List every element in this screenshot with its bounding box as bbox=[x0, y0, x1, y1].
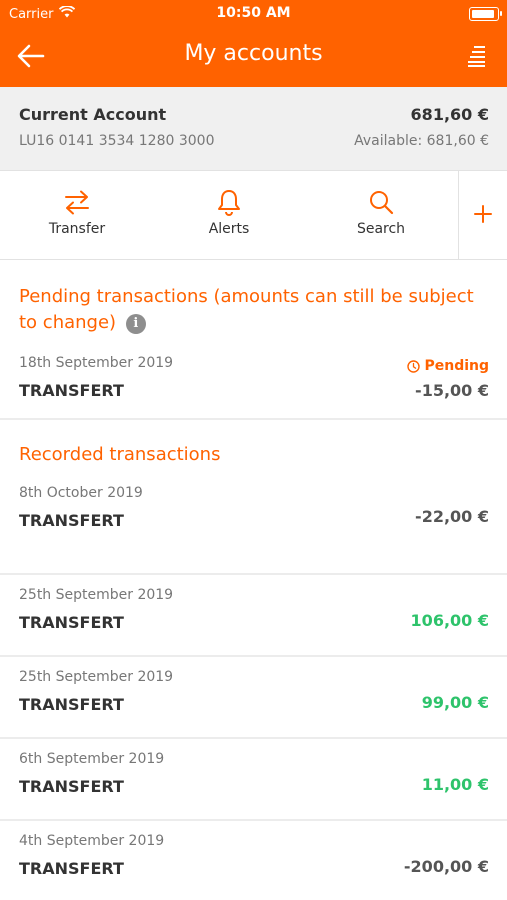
transaction-date: 18th September 2019 bbox=[19, 355, 174, 371]
transaction-amount: 106,00 € bbox=[410, 611, 489, 630]
header: Carrier 10:50 AM My accounts bbox=[0, 0, 507, 87]
search-button[interactable]: Search bbox=[321, 171, 441, 259]
transaction-label: TRANSFERT bbox=[19, 695, 124, 714]
transaction-date: 4th September 2019 bbox=[19, 833, 165, 849]
transaction-label: TRANSFERT bbox=[19, 511, 124, 530]
transaction-date: 6th September 2019 bbox=[19, 751, 165, 767]
bell-icon bbox=[218, 190, 240, 216]
transaction-amount: -200,00 € bbox=[403, 857, 489, 876]
transaction-label: TRANSFERT bbox=[19, 777, 124, 796]
pending-title-text: Pending transactions (amounts can still … bbox=[19, 286, 474, 333]
account-iban: LU16 0141 3534 1280 3000 bbox=[19, 133, 215, 149]
transaction-row[interactable]: 25th September 2019 TRANSFERT 99,00 € bbox=[0, 657, 507, 739]
transaction-amount: -22,00 € bbox=[415, 507, 489, 526]
transaction-date: 8th October 2019 bbox=[19, 485, 143, 501]
menu-icon bbox=[468, 46, 485, 67]
pending-status-badge: Pending bbox=[407, 358, 489, 374]
transaction-label: TRANSFERT bbox=[19, 859, 124, 878]
nav-bar: My accounts bbox=[0, 28, 507, 87]
pending-section-title: Pending transactions (amounts can still … bbox=[0, 284, 507, 336]
transaction-amount: -15,00 € bbox=[415, 381, 489, 400]
page-title: My accounts bbox=[184, 41, 323, 66]
transaction-date: 25th September 2019 bbox=[19, 669, 174, 685]
transaction-label: TRANSFERT bbox=[19, 613, 124, 632]
recorded-section-title: Recorded transactions bbox=[19, 444, 221, 465]
alerts-label: Alerts bbox=[208, 221, 250, 237]
pending-transaction-row[interactable]: 18th September 2019 Pending TRANSFERT -1… bbox=[0, 348, 507, 420]
transfer-label: Transfer bbox=[48, 221, 106, 237]
action-bar: Transfer Alerts Search bbox=[0, 171, 507, 260]
transaction-date: 25th September 2019 bbox=[19, 587, 174, 603]
app-screen: Carrier 10:50 AM My accounts Current Acc… bbox=[0, 0, 507, 900]
search-label: Search bbox=[356, 221, 406, 237]
menu-button[interactable] bbox=[467, 44, 491, 68]
status-time: 10:50 AM bbox=[216, 5, 291, 21]
search-icon bbox=[370, 191, 394, 215]
transaction-amount: 11,00 € bbox=[421, 775, 489, 794]
plus-icon bbox=[474, 205, 492, 223]
account-name: Current Account bbox=[19, 105, 167, 124]
transaction-amount: 99,00 € bbox=[421, 693, 489, 712]
transfer-button[interactable]: Transfer bbox=[17, 171, 137, 259]
account-balance: 681,60 € bbox=[410, 105, 489, 124]
pending-status-text: Pending bbox=[424, 358, 489, 374]
transaction-row[interactable]: 8th October 2019 TRANSFERT -22,00 € bbox=[0, 480, 507, 575]
status-bar: Carrier 10:50 AM bbox=[0, 0, 507, 28]
transfer-arrows-icon bbox=[65, 190, 89, 215]
add-button[interactable] bbox=[459, 171, 507, 259]
transaction-label: TRANSFERT bbox=[19, 381, 124, 400]
transaction-row[interactable]: 25th September 2019 TRANSFERT 106,00 € bbox=[0, 575, 507, 657]
recorded-transaction-list: 8th October 2019 TRANSFERT -22,00 € 25th… bbox=[0, 480, 507, 900]
info-icon[interactable]: i bbox=[125, 314, 146, 334]
battery-icon bbox=[469, 7, 502, 21]
clock-icon bbox=[407, 359, 421, 373]
available-balance: Available: 681,60 € bbox=[354, 133, 489, 149]
transaction-row[interactable]: 4th September 2019 TRANSFERT -200,00 € bbox=[0, 821, 507, 900]
transaction-row[interactable]: 6th September 2019 TRANSFERT 11,00 € bbox=[0, 739, 507, 821]
alerts-button[interactable]: Alerts bbox=[169, 171, 289, 259]
account-summary[interactable]: Current Account 681,60 € LU16 0141 3534 … bbox=[0, 87, 507, 171]
